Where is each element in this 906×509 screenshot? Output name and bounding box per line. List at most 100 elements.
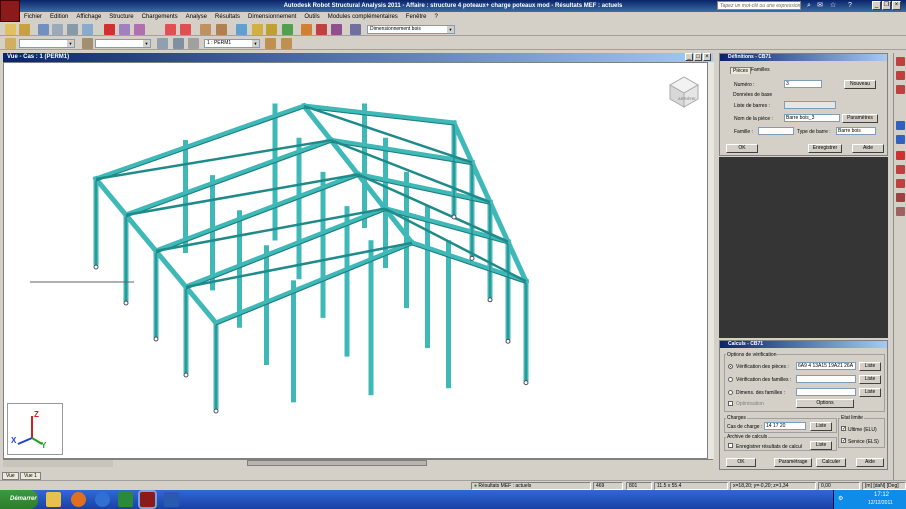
help-icon[interactable]: ? <box>846 1 854 10</box>
support-node[interactable] <box>123 300 129 306</box>
sections-icon[interactable] <box>896 121 905 130</box>
radio-verif-familles[interactable] <box>728 377 733 382</box>
verif-pieces-field[interactable]: 6A9 4 13A15 19A21 26A <box>796 362 856 370</box>
pan-icon[interactable] <box>282 24 293 35</box>
menu-analyse[interactable]: Analyse <box>182 12 211 22</box>
zoom-icon[interactable] <box>252 24 263 35</box>
start-button[interactable]: Démarrer <box>0 490 38 509</box>
units-display[interactable]: [m] [daN] [Deg] <box>862 482 906 490</box>
support-node[interactable] <box>469 255 475 261</box>
menu-resultats[interactable]: Résultats <box>211 12 244 22</box>
calc-icon[interactable] <box>301 24 312 35</box>
menu-modules[interactable]: Modules complémentaires <box>324 12 402 22</box>
layout-icon[interactable] <box>236 24 247 35</box>
purlin[interactable] <box>122 211 160 255</box>
materials-icon[interactable] <box>896 135 905 144</box>
definitions-ok-button[interactable]: OK <box>726 144 758 153</box>
case-down-icon[interactable] <box>281 38 292 49</box>
menu-structure[interactable]: Structure <box>105 12 137 22</box>
filter-icon[interactable] <box>157 38 168 49</box>
frame-member-edge[interactable] <box>330 141 473 166</box>
layout-select-icon[interactable] <box>350 24 361 35</box>
bar-list-field[interactable] <box>784 101 836 109</box>
support-node[interactable] <box>213 408 219 414</box>
display-icon[interactable] <box>173 38 184 49</box>
menu-outils[interactable]: Outils <box>300 12 323 22</box>
case-icon[interactable] <box>188 38 199 49</box>
results-icon[interactable] <box>316 24 327 35</box>
piece-name-field[interactable]: Barre bois_3 <box>784 114 840 122</box>
support-node[interactable] <box>505 338 511 344</box>
delete-icon[interactable] <box>104 24 115 35</box>
combinations-icon[interactable] <box>896 207 905 216</box>
close-window-button[interactable]: × <box>892 1 901 10</box>
robot-taskbar-icon[interactable] <box>140 492 155 507</box>
star-icon[interactable]: ☆ <box>829 1 837 10</box>
list-archive-button[interactable]: Liste <box>810 441 832 450</box>
view-close-button[interactable]: × <box>703 53 711 61</box>
menu-dimensionnement[interactable]: Dimensionnement <box>244 12 300 22</box>
radio-dimens[interactable] <box>728 390 733 395</box>
viewcube[interactable]: ARRIÈRE <box>668 75 700 109</box>
word-taskbar-icon[interactable] <box>164 492 179 507</box>
radio-verif-pieces[interactable] <box>728 364 733 369</box>
cases-icon[interactable] <box>896 193 905 202</box>
design-layout-combo[interactable]: Dimensionnement bois ▼ <box>367 25 455 34</box>
verif-familles-field[interactable] <box>796 375 856 383</box>
minimize-window-button[interactable]: _ <box>872 1 881 10</box>
family-combo[interactable] <box>758 127 794 135</box>
structure-3d-viewport[interactable]: ARRIÈRE Z X Y <box>3 62 713 459</box>
design-icon[interactable] <box>331 24 342 35</box>
nodes-icon[interactable] <box>896 71 905 80</box>
releases-icon[interactable] <box>896 165 905 174</box>
bar-select-icon[interactable] <box>82 38 93 49</box>
table-icon[interactable] <box>200 24 211 35</box>
save-results-checkbox[interactable] <box>728 443 733 448</box>
support-node[interactable] <box>153 336 159 342</box>
view-minimize-button[interactable]: _ <box>685 53 693 61</box>
support-node[interactable] <box>487 297 493 303</box>
frame-member-edge[interactable] <box>303 107 455 126</box>
menu-fenetre[interactable]: Fenêtre <box>402 12 431 22</box>
menu-affichage[interactable]: Affichage <box>72 12 105 22</box>
purlin[interactable] <box>182 283 220 327</box>
nouveau-button[interactable]: Nouveau <box>844 80 876 89</box>
view-mode-buttons[interactable] <box>3 460 113 467</box>
loads-icon[interactable] <box>896 179 905 188</box>
tab-pieces[interactable]: Pièces <box>730 67 752 74</box>
bar-type-combo[interactable]: Barre bois <box>836 127 876 135</box>
firefox-taskbar-icon[interactable] <box>71 492 86 507</box>
menu-chargements[interactable]: Chargements <box>138 12 182 22</box>
explorer-taskbar-icon[interactable] <box>46 492 61 507</box>
print-icon[interactable] <box>38 24 49 35</box>
optimisation-checkbox[interactable] <box>728 401 733 406</box>
scroll-thumb[interactable] <box>247 460 427 466</box>
frame-member-edge[interactable] <box>215 244 413 326</box>
load-case-combo[interactable]: 1 : PERM1 ▼ <box>204 39 260 48</box>
list-familles-button[interactable]: Liste <box>859 375 881 384</box>
purlin[interactable] <box>152 247 190 291</box>
enregistrer-button[interactable]: Enregistrer <box>808 144 842 153</box>
view-vertical-scrollbar[interactable] <box>707 62 714 459</box>
support-node[interactable] <box>451 214 457 220</box>
search-icon[interactable]: ⌕ <box>805 1 813 10</box>
select-icon[interactable] <box>5 38 16 49</box>
restore-window-button[interactable]: ❐ <box>882 1 891 10</box>
cut-icon[interactable] <box>119 24 130 35</box>
paste-icon[interactable] <box>82 24 93 35</box>
open-file-icon[interactable] <box>19 24 30 35</box>
search-input[interactable]: Tapez un mot-clé ou une expression <box>717 1 801 10</box>
robot-app-icon[interactable] <box>0 0 20 22</box>
properties-icon[interactable] <box>134 24 145 35</box>
tab-familles[interactable]: Familles <box>749 67 772 73</box>
zoom-window-icon[interactable] <box>266 24 277 35</box>
purlin[interactable] <box>92 175 130 219</box>
menu-help[interactable]: ? <box>430 12 441 22</box>
supports-icon[interactable] <box>896 151 905 160</box>
definitions-help-button[interactable]: Aide <box>852 144 884 153</box>
options-button[interactable]: Options <box>796 399 854 408</box>
support-node[interactable] <box>183 372 189 378</box>
excel-taskbar-icon[interactable] <box>118 492 133 507</box>
bracing-member[interactable] <box>95 138 332 181</box>
preview-icon[interactable] <box>52 24 63 35</box>
